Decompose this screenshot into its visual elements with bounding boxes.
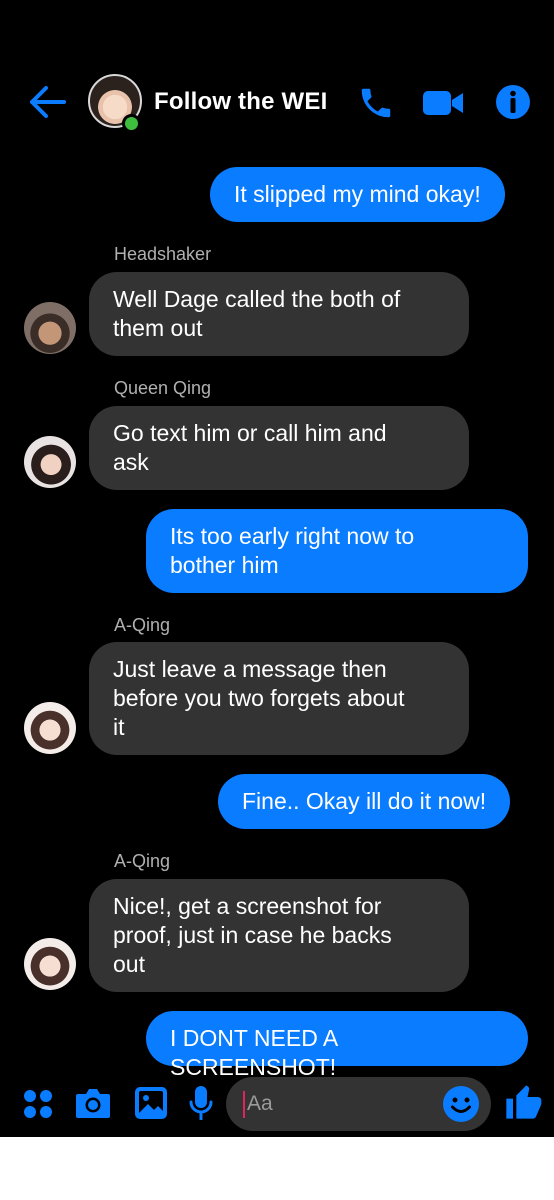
message-line: Go text him or call him and	[113, 420, 387, 446]
message-line: Nice!, get a screenshot for	[113, 893, 382, 919]
incoming-message[interactable]: Just leave a message then before you two…	[89, 642, 469, 755]
online-status-dot	[122, 114, 141, 133]
sender-avatar[interactable]	[24, 302, 76, 354]
chat-screen: Follow the WEI It slipped my mind okay! …	[0, 0, 554, 1137]
sender-name: Queen Qing	[114, 378, 212, 398]
sender-avatar[interactable]	[24, 938, 76, 990]
message-line: Its too early right now to	[170, 523, 415, 549]
thumbs-up-icon[interactable]	[503, 1082, 543, 1122]
message-text: I DONT NEED A SCREENSHOT!	[170, 1025, 338, 1080]
sender-name: A-Qing	[114, 615, 171, 635]
incoming-message[interactable]: Go text him or call him and ask	[89, 406, 469, 490]
outgoing-message[interactable]: Fine.. Okay ill do it now!	[218, 774, 511, 829]
phone-icon[interactable]	[356, 84, 396, 122]
conversation-title[interactable]: Follow the WEI	[154, 88, 327, 116]
camera-icon[interactable]	[74, 1086, 112, 1120]
apps-grid-icon[interactable]	[22, 1088, 54, 1120]
sender-avatar[interactable]	[24, 436, 76, 488]
outgoing-message[interactable]: I DONT NEED A SCREENSHOT!	[146, 1011, 528, 1080]
sender-name: A-Qing	[114, 851, 171, 871]
message-line: them out	[113, 315, 203, 341]
message-line: ask	[113, 449, 149, 475]
outgoing-message[interactable]: It slipped my mind okay!	[210, 167, 505, 222]
message-line: proof, just in case he backs	[113, 922, 392, 948]
sender-avatar[interactable]	[24, 702, 76, 754]
incoming-message[interactable]: Well Dage called the both of them out	[89, 272, 469, 356]
message-line: it	[113, 714, 125, 740]
info-icon[interactable]	[494, 83, 532, 121]
arrow-left-icon[interactable]	[28, 84, 68, 120]
emoji-smile-icon[interactable]	[442, 1085, 480, 1123]
sender-name: Headshaker	[114, 244, 212, 264]
message-line: before you two forgets about	[113, 685, 405, 711]
message-line: out	[113, 951, 145, 977]
outgoing-message[interactable]: Its too early right now to bother him	[146, 509, 528, 593]
message-text: Fine.. Okay ill do it now!	[242, 788, 487, 814]
message-line: Just leave a message then	[113, 656, 387, 682]
microphone-icon[interactable]	[188, 1084, 214, 1122]
message-input[interactable]	[247, 1089, 427, 1119]
incoming-message[interactable]: Nice!, get a screenshot for proof, just …	[89, 879, 469, 992]
message-line: bother him	[170, 552, 279, 578]
video-camera-icon[interactable]	[421, 88, 465, 118]
message-line: Well Dage called the both of	[113, 286, 401, 312]
message-text: It slipped my mind okay!	[234, 181, 481, 207]
image-gallery-icon[interactable]	[133, 1085, 169, 1121]
text-cursor	[243, 1091, 245, 1118]
